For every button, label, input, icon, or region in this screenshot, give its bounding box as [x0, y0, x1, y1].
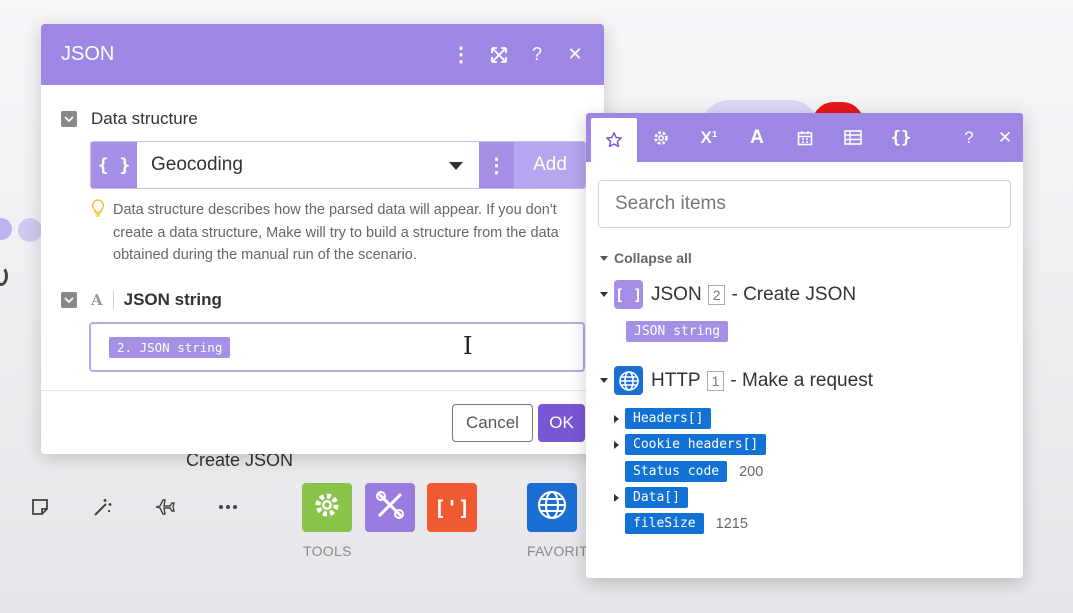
- file-size-value: 1215: [715, 515, 748, 532]
- module-description: - Make a request: [730, 369, 873, 391]
- tools-tile[interactable]: [302, 483, 352, 532]
- json-string-input[interactable]: 2. JSON string I: [89, 322, 585, 372]
- data-pill[interactable]: Data[]: [625, 487, 688, 508]
- module-json[interactable]: [ ] JSON 2 - Create JSON: [600, 280, 856, 309]
- gear-icon[interactable]: [637, 113, 685, 162]
- data-structure-hint: Data structure describes how the parsed …: [91, 199, 561, 267]
- caret-right-icon[interactable]: [614, 493, 619, 502]
- close-icon[interactable]: ✕: [987, 113, 1023, 162]
- module-name: JSON: [651, 283, 702, 305]
- json-braces-icon: { }: [91, 142, 137, 188]
- dialog-footer: Cancel OK: [41, 390, 604, 454]
- collapse-checkbox[interactable]: [61, 111, 77, 127]
- wrench-screwdriver-icon: [373, 488, 407, 527]
- caret-down-icon: [600, 255, 608, 261]
- favorites-label: FAVORIT: [527, 543, 588, 559]
- text-type-icon: A: [91, 291, 103, 309]
- help-icon[interactable]: ?: [528, 44, 546, 65]
- headers-pill[interactable]: Headers[]: [625, 408, 712, 429]
- caret-down-icon: [600, 292, 608, 297]
- globe-icon: [614, 366, 643, 395]
- json-braces-icon: [']: [433, 495, 471, 520]
- expand-icon[interactable]: [490, 45, 508, 65]
- list-item[interactable]: JSON string: [626, 321, 729, 342]
- panel-tabs: X¹ A {} ? ✕: [586, 113, 1023, 162]
- module-description: - Create JSON: [731, 283, 857, 305]
- module-http[interactable]: HTTP 1 - Make a request: [600, 366, 873, 395]
- list-item[interactable]: Data[]: [614, 487, 688, 508]
- data-structure-label: Data structure: [91, 109, 198, 128]
- text-icon[interactable]: A: [733, 113, 781, 162]
- list-item[interactable]: Status code 200: [614, 461, 763, 482]
- data-structure-row: Data structure: [61, 109, 198, 129]
- caret-right-icon[interactable]: [614, 440, 619, 449]
- star-icon[interactable]: [591, 118, 637, 162]
- dialog-title: JSON: [61, 43, 115, 65]
- list-item[interactable]: fileSize 1215: [614, 513, 748, 534]
- http-tile[interactable]: [527, 483, 577, 532]
- cancel-button[interactable]: Cancel: [452, 404, 533, 442]
- selected-structure: Geocoding: [151, 154, 243, 175]
- module-name: HTTP: [651, 369, 701, 391]
- json-tile[interactable]: [']: [427, 483, 477, 532]
- close-icon[interactable]: ✕: [566, 44, 584, 65]
- cookie-headers-pill[interactable]: Cookie headers[]: [625, 434, 767, 455]
- search-placeholder: Search items: [615, 193, 726, 214]
- file-size-pill[interactable]: fileSize: [625, 513, 704, 534]
- json-string-label: JSON string: [123, 290, 222, 309]
- status-code-value: 200: [739, 463, 764, 480]
- status-code-pill[interactable]: Status code: [625, 461, 728, 482]
- json-string-pill[interactable]: JSON string: [626, 321, 729, 342]
- help-icon[interactable]: ?: [951, 113, 987, 162]
- globe-icon: [536, 489, 568, 526]
- ellipsis-icon[interactable]: [213, 492, 243, 522]
- json-braces-icon: [ ]: [614, 280, 643, 309]
- tools-label: TOOLS: [303, 543, 352, 559]
- caret-right-icon[interactable]: [614, 414, 619, 423]
- more-icon[interactable]: ⋮: [451, 44, 471, 66]
- calendar-icon[interactable]: [781, 113, 829, 162]
- canvas-route-arc: [0, 266, 8, 286]
- data-structure-select[interactable]: { } Geocoding ⋮ Add: [90, 141, 586, 189]
- mapped-value-pill[interactable]: 2. JSON string: [109, 336, 231, 358]
- search-input[interactable]: Search items: [598, 180, 1011, 228]
- gear-icon: [312, 490, 342, 525]
- module-number: 1: [706, 370, 725, 391]
- ok-button[interactable]: OK: [538, 404, 585, 442]
- json-string-row: A JSON string: [61, 290, 222, 310]
- caret-down-icon: [600, 378, 608, 383]
- table-icon[interactable]: [829, 113, 877, 162]
- note-icon[interactable]: [25, 492, 55, 522]
- airplane-icon[interactable]: [150, 492, 180, 522]
- collapse-checkbox[interactable]: [61, 292, 77, 308]
- list-item[interactable]: Cookie headers[]: [614, 434, 767, 455]
- canvas-connector-dot: [18, 218, 42, 242]
- list-item[interactable]: Headers[]: [614, 408, 712, 429]
- canvas-connector-dot: [0, 218, 12, 240]
- text-cursor-icon: I: [463, 332, 473, 360]
- lightbulb-icon: [91, 199, 105, 267]
- collapse-all-label: Collapse all: [614, 250, 692, 266]
- collapse-all-toggle[interactable]: Collapse all: [600, 250, 692, 266]
- module-number: 2: [707, 284, 726, 305]
- braces-icon[interactable]: {}: [877, 113, 925, 162]
- json-module-dialog: JSON ⋮ ? ✕ Data structure { } Geocoding …: [41, 24, 604, 454]
- data-structure-value[interactable]: Geocoding: [137, 142, 479, 188]
- structure-more-icon[interactable]: ⋮: [479, 142, 515, 188]
- mapping-panel: X¹ A {} ? ✕ Search items Collapse all [ …: [586, 113, 1023, 578]
- add-structure-button[interactable]: Add: [515, 142, 585, 188]
- chevron-down-icon[interactable]: [449, 162, 463, 170]
- divider: [112, 291, 114, 309]
- dialog-header: JSON ⋮ ? ✕: [41, 24, 604, 85]
- hint-text: Data structure describes how the parsed …: [113, 202, 559, 263]
- superscript-icon[interactable]: X¹: [685, 113, 733, 162]
- tools-wrench-tile[interactable]: [365, 483, 415, 532]
- magic-wand-icon[interactable]: [88, 492, 118, 522]
